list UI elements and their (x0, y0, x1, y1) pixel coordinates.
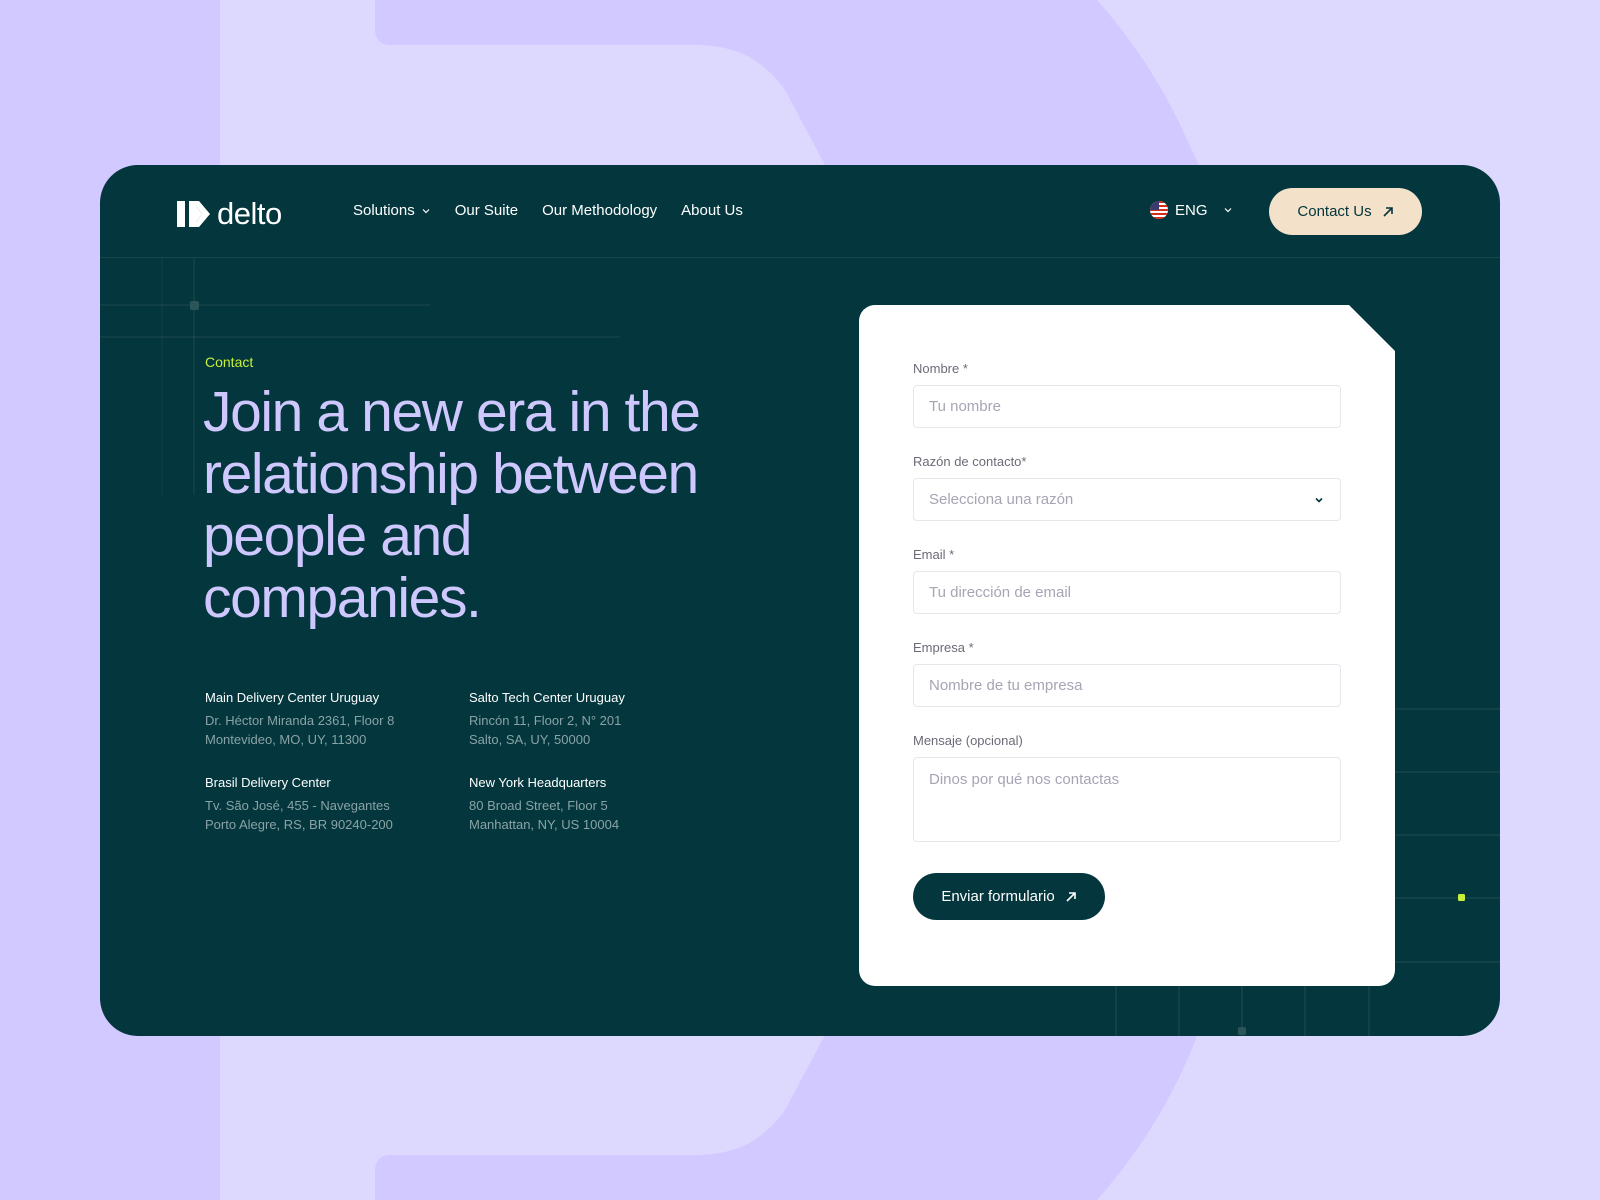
chevron-down-icon (1224, 208, 1231, 213)
office-name: Main Delivery Center Uruguay (205, 690, 380, 705)
field-message: Mensaje (opcional) (913, 733, 1341, 847)
email-input[interactable] (913, 571, 1341, 614)
nav-item-label: Our Methodology (542, 202, 658, 219)
submit-label: Enviar formulario (941, 888, 1055, 905)
name-input[interactable] (913, 385, 1341, 428)
reason-select-placeholder: Selecciona una razón (929, 491, 1074, 508)
submit-form-button[interactable]: Enviar formulario (913, 873, 1105, 920)
field-reason: Razón de contacto* Selecciona una razón (913, 454, 1341, 521)
email-label: Email * (913, 547, 955, 562)
office-item: Salto Tech Center Uruguay Rincón 11, Flo… (469, 690, 709, 749)
nav-item-our-methodology[interactable]: Our Methodology (542, 202, 657, 219)
office-address-line: 80 Broad Street, Floor 5 (469, 798, 608, 813)
office-address-line: Rincón 11, Floor 2, N° 201 (469, 713, 622, 728)
office-address-line: Porto Alegre, RS, BR 90240-200 (205, 817, 393, 832)
reason-label: Razón de contacto* (913, 454, 1027, 469)
brand-logo[interactable]: delto (177, 196, 282, 232)
nav-links: Solutions Our Suite Our Methodology Abou… (353, 202, 743, 219)
nav-item-label: About Us (681, 202, 743, 219)
reason-select[interactable]: Selecciona una razón (913, 478, 1341, 521)
chevron-down-icon (1315, 497, 1323, 503)
main-frame: delto Solutions Our Suite Our Methodolog… (100, 165, 1500, 1036)
message-textarea[interactable] (913, 757, 1341, 842)
nav-item-about-us[interactable]: About Us (681, 202, 743, 219)
hero-headline: Join a new era in the relationship betwe… (203, 380, 701, 630)
arrow-up-right-icon (1066, 891, 1076, 902)
office-name: Brasil Delivery Center (205, 775, 331, 790)
us-flag-icon (1150, 201, 1168, 219)
section-eyebrow: Contact (205, 354, 254, 370)
office-name: Salto Tech Center Uruguay (469, 690, 625, 705)
contact-us-button[interactable]: Contact Us (1269, 188, 1422, 235)
arrow-up-right-icon (1383, 206, 1393, 217)
field-name: Nombre * (913, 361, 1341, 428)
chevron-down-icon (422, 208, 430, 213)
contact-us-label: Contact Us (1297, 203, 1372, 220)
office-item: New York Headquarters 80 Broad Street, F… (469, 775, 709, 834)
accent-dot (1458, 894, 1465, 901)
office-item: Brasil Delivery Center Tv. São José, 455… (205, 775, 469, 834)
office-address-line: Dr. Héctor Miranda 2361, Floor 8 (205, 713, 395, 728)
language-selector[interactable]: ENG (1150, 201, 1233, 219)
office-name: New York Headquarters (469, 775, 607, 790)
nav-item-solutions[interactable]: Solutions (353, 202, 431, 219)
office-address-line: Montevideo, MO, UY, 11300 (205, 732, 367, 747)
field-email: Email * (913, 547, 1341, 614)
office-address-line: Manhattan, NY, US 10004 (469, 817, 620, 832)
top-navigation: delto Solutions Our Suite Our Methodolog… (100, 165, 1500, 258)
language-label: ENG (1175, 201, 1208, 219)
field-company: Empresa * (913, 640, 1341, 707)
contact-form-card: Nombre * Razón de contacto* Selecciona u… (859, 305, 1395, 986)
nav-item-our-suite[interactable]: Our Suite (455, 202, 518, 219)
nav-item-label: Our Suite (454, 202, 519, 219)
office-item: Main Delivery Center Uruguay Dr. Héctor … (205, 690, 469, 749)
name-label: Nombre * (913, 361, 968, 376)
office-address-line: Tv. São José, 455 - Navegantes (205, 798, 390, 813)
message-label: Mensaje (opcional) (913, 733, 1023, 748)
company-input[interactable] (913, 664, 1341, 707)
brand-name: delto (217, 196, 282, 231)
delto-logo-icon (177, 201, 210, 227)
office-address-line: Salto, SA, UY, 50000 (469, 732, 591, 747)
nav-item-label: Solutions (353, 202, 415, 219)
company-label: Empresa * (913, 640, 974, 655)
contact-form: Nombre * Razón de contacto* Selecciona u… (913, 361, 1341, 920)
office-locations: Main Delivery Center Uruguay Dr. Héctor … (205, 690, 709, 834)
